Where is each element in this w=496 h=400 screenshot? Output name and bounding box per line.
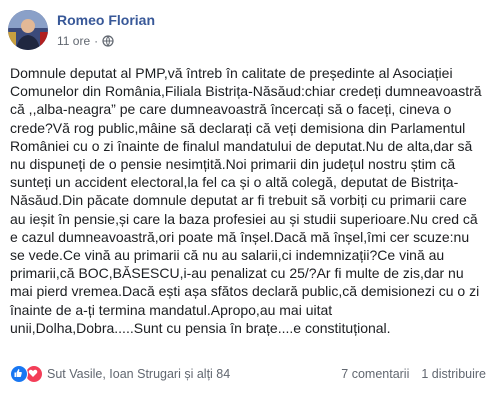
post-body-line: Comunelor din România,Filiala Bistrița-N… bbox=[10, 83, 482, 100]
shares-count[interactable]: 1 distribuire bbox=[421, 367, 486, 381]
post-body-line: că ,,alba-neagra” pe care dumneavoastră … bbox=[10, 101, 452, 118]
post-body-line: României cu o zi înainte de finalul mand… bbox=[10, 137, 473, 154]
post-body-line: unii,Dolha,Dobra.....Sunt cu pensia în b… bbox=[10, 319, 391, 336]
post-meta: 11 ore · bbox=[57, 34, 114, 48]
post-body-line: mai pierd vremea.Dacă ești așa sfătos de… bbox=[10, 283, 480, 300]
post-timestamp[interactable]: 11 ore bbox=[57, 34, 90, 48]
post-body-line: au ieșit în pensie,și care la baza profe… bbox=[10, 210, 478, 227]
globe-icon bbox=[102, 35, 114, 47]
post-body: Domnule deputat al PMP,vă întreb în cali… bbox=[10, 64, 488, 337]
avatar[interactable] bbox=[8, 10, 48, 50]
post-body-line: sunteți un accident electoral,la fel ca … bbox=[10, 174, 459, 191]
post-footer: Sut Vasile, Ioan Strugari și alți 84 7 c… bbox=[10, 360, 486, 388]
like-icon bbox=[10, 365, 28, 383]
reactions-summary[interactable]: Sut Vasile, Ioan Strugari și alți 84 bbox=[10, 365, 230, 383]
post-body-line: se vede.Ce vină au primarii că nu au sal… bbox=[10, 247, 445, 264]
post-body-line: nu dispuneți de o pensie nesimțită.Noi p… bbox=[10, 156, 456, 173]
post-author[interactable]: Romeo Florian bbox=[57, 12, 155, 28]
post-body-line: Domnule deputat al PMP,vă întreb în cali… bbox=[10, 65, 453, 81]
post-body-line: înainte de a-ți termina mandatul.Apropo,… bbox=[10, 301, 333, 318]
avatar-photo bbox=[8, 10, 48, 50]
comments-count[interactable]: 7 comentarii bbox=[341, 367, 409, 381]
post-body-line: primarii,că BOC,BĂSESCU,i-au penalizat c… bbox=[10, 265, 464, 282]
engagement-counts: 7 comentarii 1 distribuire bbox=[341, 367, 486, 381]
reaction-icons bbox=[10, 365, 43, 383]
post-body-line: crede?Vă rog public,mâine să declarați c… bbox=[10, 119, 466, 136]
meta-separator: · bbox=[94, 34, 99, 48]
facebook-post: Romeo Florian 11 ore · Domnule deputat a… bbox=[0, 0, 496, 400]
post-body-line: Năsăud.Din păcate domnule deputat ar fi … bbox=[10, 192, 467, 209]
post-body-line: e cazul dumneavoastră,ori poate mă înșel… bbox=[10, 228, 470, 245]
reactors-text[interactable]: Sut Vasile, Ioan Strugari și alți 84 bbox=[47, 367, 230, 381]
